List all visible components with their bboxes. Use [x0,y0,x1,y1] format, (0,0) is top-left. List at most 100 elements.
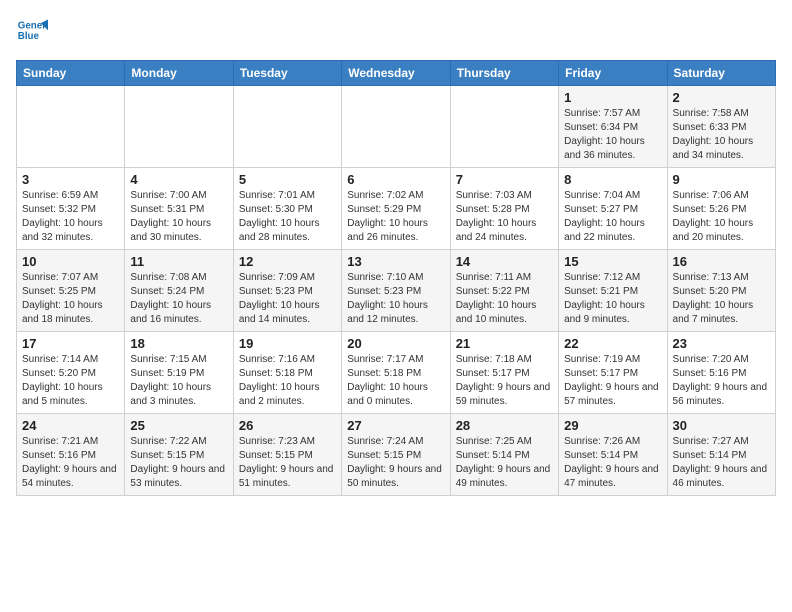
day-info: Sunrise: 7:07 AM Sunset: 5:25 PM Dayligh… [22,271,119,327]
calendar-week-row: 1 Sunrise: 7:57 AM Sunset: 6:34 PM Daylig… [17,86,776,168]
day-info: Sunrise: 7:00 AM Sunset: 5:31 PM Dayligh… [130,189,227,245]
day-number: 4 [130,172,227,187]
weekday-header: Monday [125,61,233,86]
calendar-day-cell: 28Sunrise: 7:25 AM Sunset: 5:14 PM Dayli… [450,414,558,496]
calendar-week-row: 10 Sunrise: 7:07 AM Sunset: 5:25 PM Dayli… [17,250,776,332]
calendar-day-cell: 27Sunrise: 7:24 AM Sunset: 5:15 PM Dayli… [342,414,450,496]
calendar-day-cell [17,86,125,168]
day-number: 2 [673,90,770,105]
weekday-header: Thursday [450,61,558,86]
calendar-day-cell [125,86,233,168]
day-info: Sunrise: 7:02 AM Sunset: 5:29 PM Dayligh… [347,189,444,245]
day-info: Sunrise: 7:03 AM Sunset: 5:28 PM Dayligh… [456,189,553,245]
day-number: 3 [22,172,119,187]
day-info: Sunrise: 7:12 AM Sunset: 5:21 PM Dayligh… [564,271,661,327]
calendar-day-cell [342,86,450,168]
day-number: 24 [22,418,119,433]
day-info: Sunrise: 7:22 AM Sunset: 5:15 PM Dayligh… [130,435,227,491]
calendar-day-cell: 8 Sunrise: 7:04 AM Sunset: 5:27 PM Daylig… [559,168,667,250]
day-number: 9 [673,172,770,187]
day-number: 12 [239,254,336,269]
day-number: 11 [130,254,227,269]
calendar-day-cell: 25 Sunrise: 7:22 AM Sunset: 5:15 PM Dayli… [125,414,233,496]
day-number: 13 [347,254,444,269]
day-number: 27 [347,418,444,433]
day-info: Sunrise: 7:26 AM Sunset: 5:14 PM Dayligh… [564,435,661,491]
day-number: 21 [456,336,553,351]
day-number: 30 [673,418,770,433]
day-number: 29 [564,418,661,433]
weekday-header: Sunday [17,61,125,86]
calendar-day-cell: 22Sunrise: 7:19 AM Sunset: 5:17 PM Dayli… [559,332,667,414]
day-info: Sunrise: 7:23 AM Sunset: 5:15 PM Dayligh… [239,435,336,491]
day-info: Sunrise: 7:01 AM Sunset: 5:30 PM Dayligh… [239,189,336,245]
logo-icon: General Blue [16,16,48,48]
day-number: 25 [130,418,227,433]
day-number: 7 [456,172,553,187]
calendar-day-cell: 15 Sunrise: 7:12 AM Sunset: 5:21 PM Dayli… [559,250,667,332]
day-info: Sunrise: 7:57 AM Sunset: 6:34 PM Dayligh… [564,107,661,163]
day-number: 26 [239,418,336,433]
weekday-header: Saturday [667,61,775,86]
calendar-day-cell: 4 Sunrise: 7:00 AM Sunset: 5:31 PM Daylig… [125,168,233,250]
day-number: 8 [564,172,661,187]
calendar-day-cell: 5 Sunrise: 7:01 AM Sunset: 5:30 PM Daylig… [233,168,341,250]
page-header: General Blue [16,16,776,48]
day-number: 14 [456,254,553,269]
calendar-day-cell: 21 Sunrise: 7:18 AM Sunset: 5:17 PM Dayli… [450,332,558,414]
calendar-day-cell: 1 Sunrise: 7:57 AM Sunset: 6:34 PM Daylig… [559,86,667,168]
day-info: Sunrise: 7:15 AM Sunset: 5:19 PM Dayligh… [130,353,227,409]
day-info: Sunrise: 7:25 AM Sunset: 5:14 PM Dayligh… [456,435,553,491]
calendar-day-cell: 9 Sunrise: 7:06 AM Sunset: 5:26 PM Daylig… [667,168,775,250]
day-number: 10 [22,254,119,269]
day-info: Sunrise: 6:59 AM Sunset: 5:32 PM Dayligh… [22,189,119,245]
day-info: Sunrise: 7:06 AM Sunset: 5:26 PM Dayligh… [673,189,770,245]
day-info: Sunrise: 7:17 AM Sunset: 5:18 PM Dayligh… [347,353,444,409]
day-number: 16 [673,254,770,269]
calendar-day-cell: 14 Sunrise: 7:11 AM Sunset: 5:22 PM Dayli… [450,250,558,332]
calendar-day-cell: 3 Sunrise: 6:59 AM Sunset: 5:32 PM Daylig… [17,168,125,250]
day-info: Sunrise: 7:21 AM Sunset: 5:16 PM Dayligh… [22,435,119,491]
calendar-week-row: 24 Sunrise: 7:21 AM Sunset: 5:16 PM Dayli… [17,414,776,496]
calendar-day-cell: 29 Sunrise: 7:26 AM Sunset: 5:14 PM Dayli… [559,414,667,496]
day-number: 23 [673,336,770,351]
day-info: Sunrise: 7:14 AM Sunset: 5:20 PM Dayligh… [22,353,119,409]
day-number: 20 [347,336,444,351]
weekday-header: Wednesday [342,61,450,86]
calendar-day-cell: 11 Sunrise: 7:08 AM Sunset: 5:24 PM Dayli… [125,250,233,332]
day-info: Sunrise: 7:11 AM Sunset: 5:22 PM Dayligh… [456,271,553,327]
weekday-header: Friday [559,61,667,86]
calendar-day-cell: 24 Sunrise: 7:21 AM Sunset: 5:16 PM Dayli… [17,414,125,496]
day-number: 17 [22,336,119,351]
weekday-header: Tuesday [233,61,341,86]
day-number: 22 [564,336,661,351]
calendar-day-cell: 23Sunrise: 7:20 AM Sunset: 5:16 PM Dayli… [667,332,775,414]
calendar-week-row: 3 Sunrise: 6:59 AM Sunset: 5:32 PM Daylig… [17,168,776,250]
calendar-week-row: 17 Sunrise: 7:14 AM Sunset: 5:20 PM Dayli… [17,332,776,414]
calendar-day-cell: 7 Sunrise: 7:03 AM Sunset: 5:28 PM Daylig… [450,168,558,250]
day-info: Sunrise: 7:10 AM Sunset: 5:23 PM Dayligh… [347,271,444,327]
calendar-day-cell: 30Sunrise: 7:27 AM Sunset: 5:14 PM Dayli… [667,414,775,496]
day-info: Sunrise: 7:09 AM Sunset: 5:23 PM Dayligh… [239,271,336,327]
day-info: Sunrise: 7:58 AM Sunset: 6:33 PM Dayligh… [673,107,770,163]
day-number: 18 [130,336,227,351]
day-info: Sunrise: 7:16 AM Sunset: 5:18 PM Dayligh… [239,353,336,409]
calendar-day-cell: 2 Sunrise: 7:58 AM Sunset: 6:33 PM Daylig… [667,86,775,168]
calendar-table: SundayMondayTuesdayWednesdayThursdayFrid… [16,60,776,496]
calendar-day-cell: 10 Sunrise: 7:07 AM Sunset: 5:25 PM Dayli… [17,250,125,332]
day-number: 15 [564,254,661,269]
calendar-header-row: SundayMondayTuesdayWednesdayThursdayFrid… [17,61,776,86]
calendar-day-cell: 16Sunrise: 7:13 AM Sunset: 5:20 PM Dayli… [667,250,775,332]
day-number: 5 [239,172,336,187]
day-info: Sunrise: 7:08 AM Sunset: 5:24 PM Dayligh… [130,271,227,327]
calendar-day-cell [450,86,558,168]
day-info: Sunrise: 7:18 AM Sunset: 5:17 PM Dayligh… [456,353,553,409]
day-info: Sunrise: 7:04 AM Sunset: 5:27 PM Dayligh… [564,189,661,245]
day-number: 6 [347,172,444,187]
logo: General Blue [16,16,48,48]
calendar-day-cell: 13 Sunrise: 7:10 AM Sunset: 5:23 PM Dayli… [342,250,450,332]
day-number: 19 [239,336,336,351]
calendar-day-cell: 19 Sunrise: 7:16 AM Sunset: 5:18 PM Dayli… [233,332,341,414]
day-number: 1 [564,90,661,105]
svg-text:Blue: Blue [18,31,40,42]
